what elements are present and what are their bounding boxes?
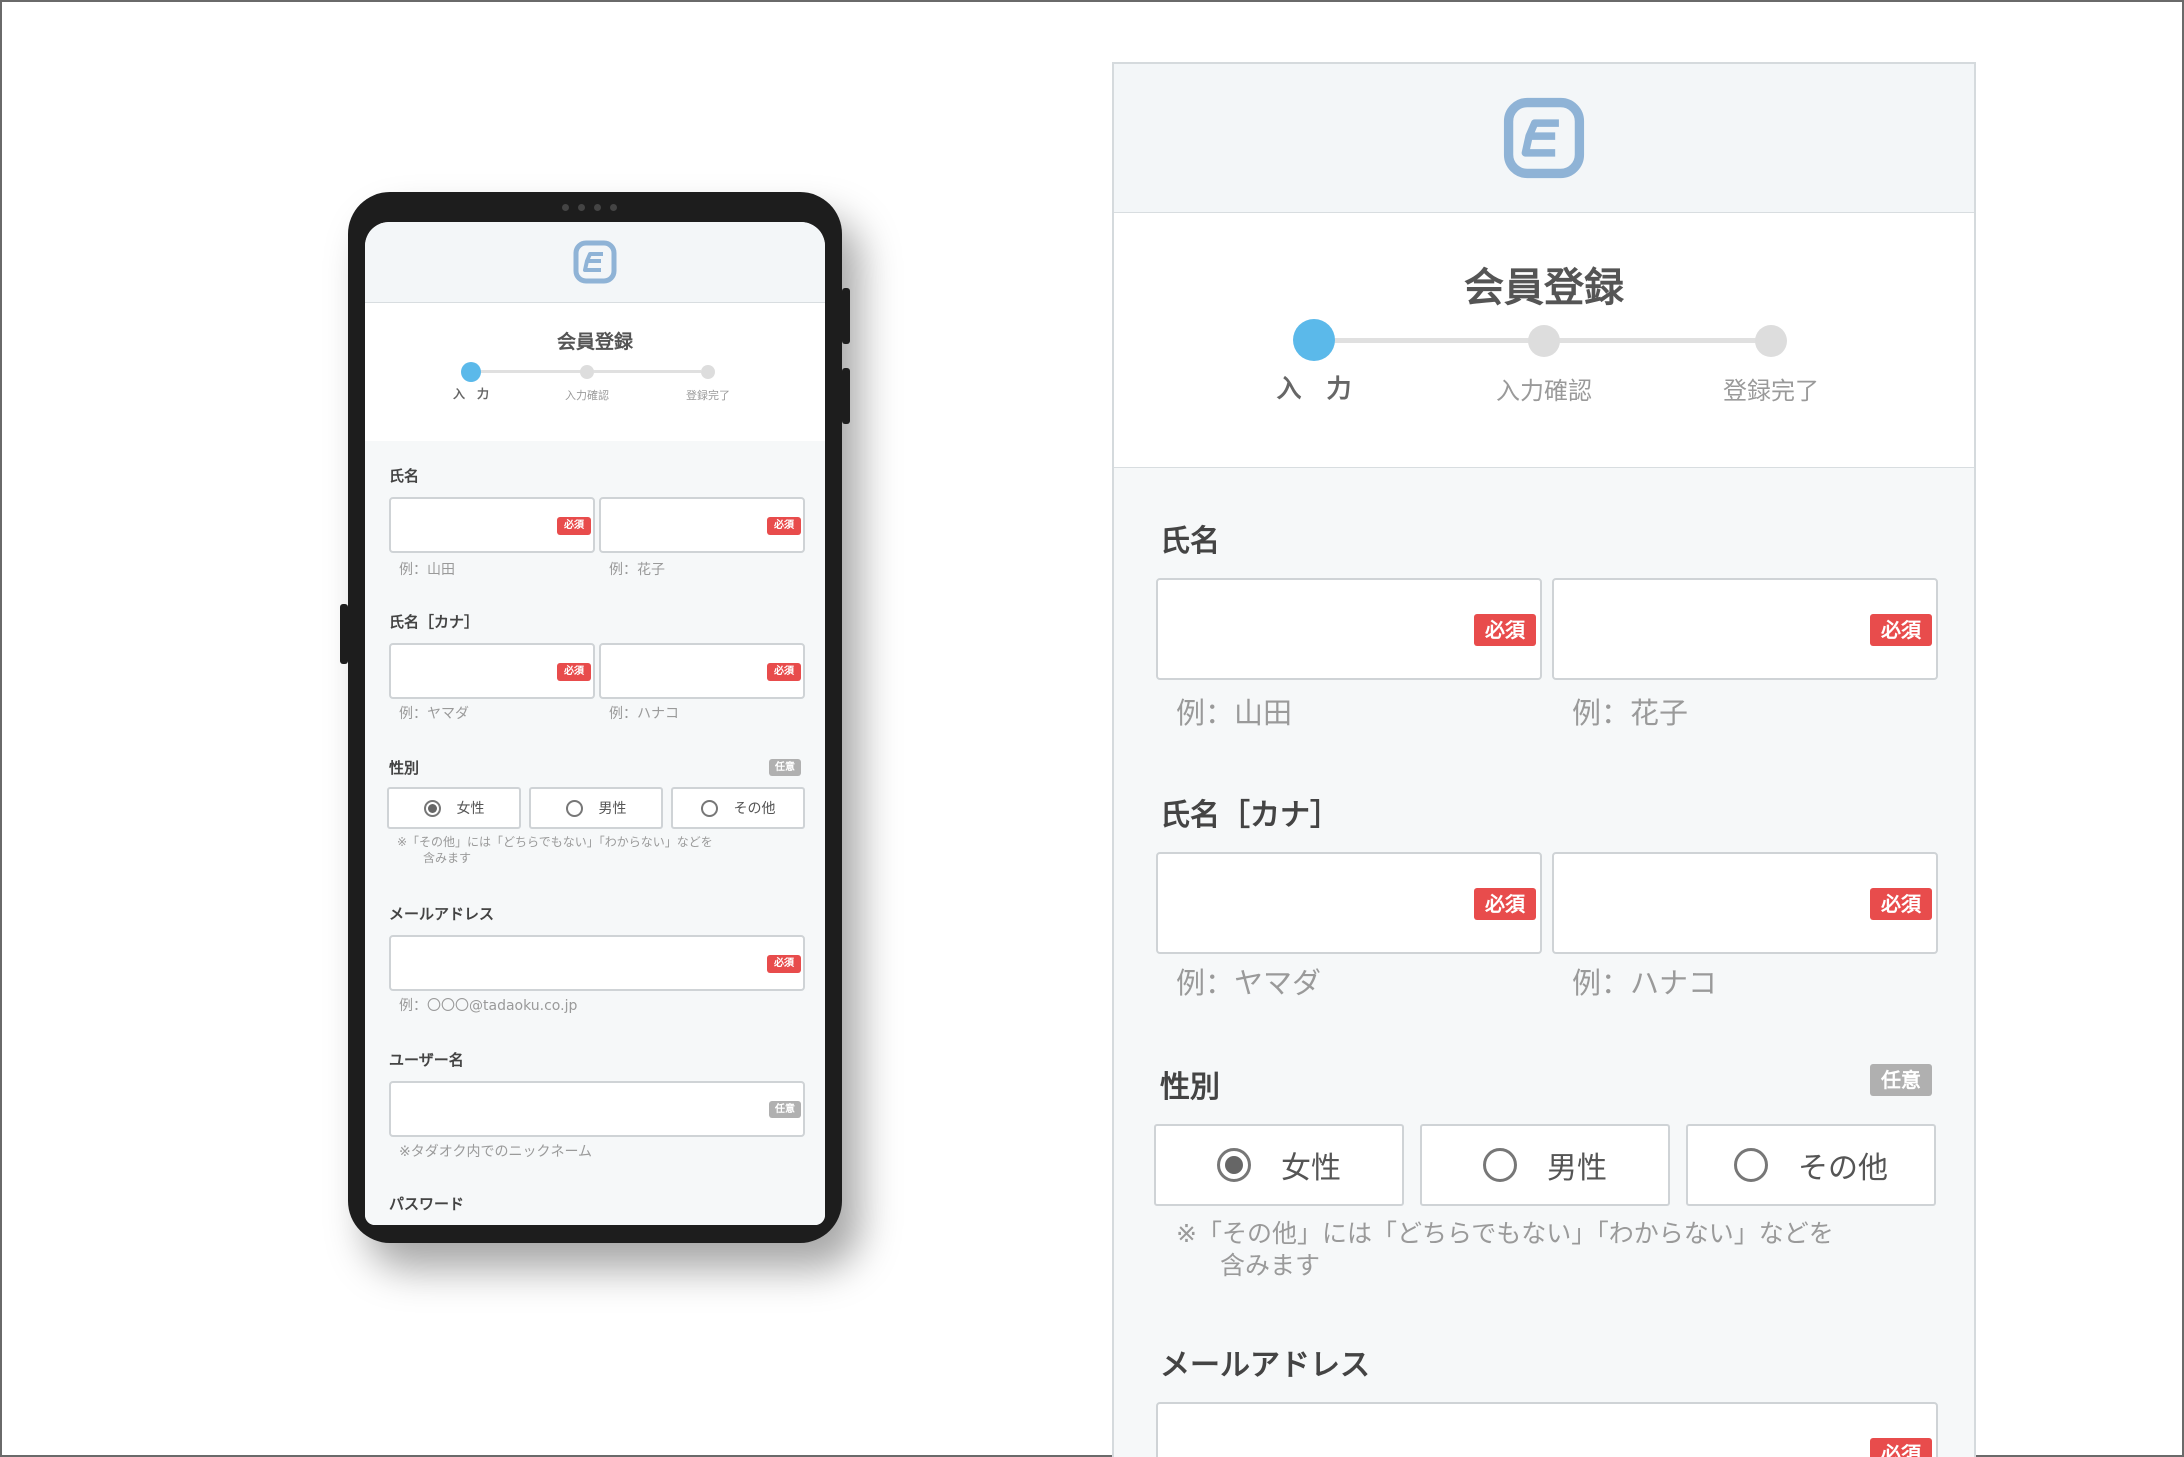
enlarged-form-panel: 会員登録 入 力 入力確認 登録完了 氏名 必須 必須 例：山田 例：花子 氏名…: [1112, 62, 1976, 1457]
gender-note: ※「その他」には「どちらでもない」「わからない」などを: [397, 835, 713, 849]
step-dot-confirm: [580, 365, 594, 379]
step-dot-complete: [1755, 325, 1787, 357]
required-badge: 必須: [767, 955, 801, 973]
step-label-confirm: 入力確認: [565, 389, 609, 402]
gender-option-label: 男性: [1547, 1151, 1607, 1186]
gender-option-female[interactable]: 女性: [387, 787, 521, 829]
gender-option-male[interactable]: 男性: [529, 787, 663, 829]
gender-option-label: 男性: [598, 801, 627, 817]
gender-option-other[interactable]: その他: [671, 787, 805, 829]
registration-form: 氏名 必須 必須 例：山田 例：花子 氏名［カナ］ 必須 必須 例：ヤマダ 例：…: [1114, 468, 1974, 1457]
step-dot-input: [1293, 319, 1335, 361]
last-name-kana-hint: 例：ヤマダ: [399, 706, 469, 722]
email-label: メールアドレス: [389, 905, 495, 923]
radio-unchecked-icon: [1734, 1148, 1768, 1182]
required-badge: 必須: [1870, 888, 1932, 920]
gender-option-male[interactable]: 男性: [1420, 1124, 1670, 1206]
phone-mockup: 会員登録 入 力 入力確認 登録完了 氏名 必須 必須 例：山田 例：花子 氏名…: [340, 192, 850, 1243]
last-name-hint: 例：山田: [399, 562, 455, 578]
site-header: [365, 222, 825, 303]
first-name-input[interactable]: 必須: [1552, 578, 1938, 680]
site-header: [1114, 64, 1974, 213]
gender-option-label: 女性: [1281, 1151, 1341, 1186]
required-badge: 必須: [767, 663, 801, 681]
name-label: 氏名: [1160, 524, 1220, 559]
step-label-input: 入 力: [1276, 374, 1352, 403]
gender-option-label: その他: [733, 801, 776, 817]
step-dot-input: [461, 362, 481, 382]
username-label: ユーザー名: [389, 1051, 464, 1069]
radio-unchecked-icon: [565, 799, 583, 817]
radio-unchecked-icon: [1483, 1148, 1517, 1182]
gender-option-label: その他: [1798, 1151, 1888, 1186]
phone-side-button: [842, 288, 850, 344]
optional-badge: 任意: [769, 759, 801, 776]
required-badge: 必須: [557, 663, 591, 681]
username-input[interactable]: 任意: [389, 1081, 805, 1137]
step-label-confirm: 入力確認: [1496, 377, 1592, 405]
required-badge: 必須: [1474, 614, 1536, 646]
gender-option-other[interactable]: その他: [1686, 1124, 1936, 1206]
optional-badge: 任意: [769, 1101, 801, 1118]
kana-label: 氏名［カナ］: [389, 613, 480, 631]
email-label: メールアドレス: [1160, 1348, 1370, 1383]
page-title: 会員登録: [1464, 265, 1624, 311]
step-label-input: 入 力: [452, 387, 489, 401]
step-label-complete: 登録完了: [1723, 377, 1819, 405]
last-name-input[interactable]: 必須: [389, 497, 595, 553]
progress-stepper: 入 力 入力確認 登録完了: [1114, 319, 1974, 405]
gender-label: 性別: [1160, 1070, 1220, 1105]
first-name-kana-input[interactable]: 必須: [599, 643, 805, 699]
phone-side-button: [340, 604, 348, 664]
kana-label: 氏名［カナ］: [1160, 798, 1340, 833]
phone-speaker: [562, 204, 617, 211]
required-badge: 必須: [1870, 614, 1932, 646]
first-name-hint: 例：花子: [1572, 696, 1689, 730]
gender-note-line2: 含みます: [1220, 1251, 1321, 1280]
last-name-kana-hint: 例：ヤマダ: [1176, 966, 1322, 1000]
gender-label: 性別: [389, 759, 420, 777]
required-badge: 必須: [767, 517, 801, 535]
progress-stepper: 入 力 入力確認 登録完了: [365, 361, 825, 402]
email-input[interactable]: 必須: [389, 935, 805, 991]
title-area: 会員登録 入 力 入力確認 登録完了: [365, 303, 825, 442]
page-title: 会員登録: [556, 331, 633, 353]
tadaoku-logo-icon[interactable]: [1503, 97, 1585, 179]
last-name-kana-input[interactable]: 必須: [389, 643, 595, 699]
email-input[interactable]: 必須: [1156, 1402, 1938, 1457]
first-name-kana-hint: 例：ハナコ: [1572, 966, 1718, 1000]
gender-option-label: 女性: [456, 801, 485, 817]
title-area: 会員登録 入 力 入力確認 登録完了: [1114, 213, 1974, 468]
required-badge: 必須: [1870, 1438, 1932, 1457]
first-name-input[interactable]: 必須: [599, 497, 805, 553]
step-label-complete: 登録完了: [686, 389, 730, 402]
last-name-input[interactable]: 必須: [1156, 578, 1542, 680]
required-badge: 必須: [557, 517, 591, 535]
password-label: パスワード: [389, 1195, 465, 1213]
gender-note-line2: 含みます: [423, 851, 472, 865]
gender-option-female[interactable]: 女性: [1154, 1124, 1404, 1206]
name-label: 氏名: [389, 467, 420, 485]
email-hint: 例：〇〇〇@tadaoku.co.jp: [399, 998, 578, 1014]
radio-checked-icon: [423, 799, 441, 817]
step-dot-complete: [701, 365, 715, 379]
step-dot-confirm: [1528, 325, 1560, 357]
last-name-hint: 例：山田: [1176, 696, 1293, 730]
first-name-kana-input[interactable]: 必須: [1552, 852, 1938, 954]
first-name-hint: 例：花子: [609, 562, 665, 578]
last-name-kana-input[interactable]: 必須: [1156, 852, 1542, 954]
phone-screen: 会員登録 入 力 入力確認 登録完了 氏名 必須 必須 例：山田 例：花子 氏名…: [365, 222, 825, 1225]
gender-note: ※「その他」には「どちらでもない」「わからない」などを: [1176, 1219, 1834, 1248]
radio-unchecked-icon: [700, 799, 718, 817]
tadaoku-logo-icon[interactable]: [573, 240, 617, 284]
radio-checked-icon: [1217, 1148, 1251, 1182]
phone-side-button: [842, 368, 850, 424]
registration-form: 氏名 必須 必須 例：山田 例：花子 氏名［カナ］ 必須 必須 例：ヤマダ 例：…: [365, 441, 825, 1225]
optional-badge: 任意: [1870, 1064, 1932, 1096]
username-hint: ※タダオク内でのニックネーム: [399, 1144, 593, 1160]
required-badge: 必須: [1474, 888, 1536, 920]
first-name-kana-hint: 例：ハナコ: [609, 706, 679, 722]
